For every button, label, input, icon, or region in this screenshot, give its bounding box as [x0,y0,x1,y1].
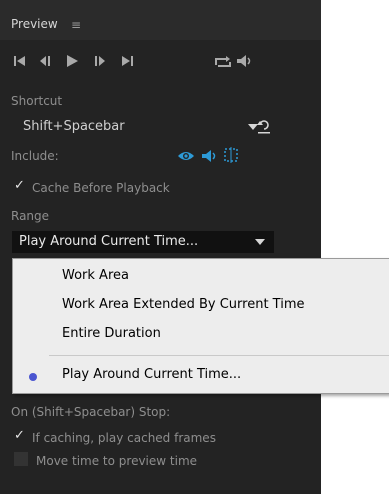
play-cached-frames-checkbox[interactable]: ✓ [14,428,25,443]
range-option-entire-duration[interactable]: Entire Duration [62,326,161,341]
shortcut-label: Shortcut [11,94,63,108]
panel-header: Preview ≡ [0,0,321,40]
include-video-toggle[interactable] [177,148,195,167]
loop-button[interactable] [214,53,232,69]
stop-label: On (Shift+Spacebar) Stop: [11,405,171,419]
play-button[interactable] [65,53,79,69]
selected-radio-icon [29,373,37,381]
range-select[interactable]: Play Around Current Time... [12,231,274,253]
cache-checkbox[interactable]: ✓ [14,178,25,193]
hamburger-menu-icon[interactable]: ≡ [71,18,81,32]
shortcut-value: Shift+Spacebar [23,119,125,134]
previous-frame-icon [40,56,50,66]
play-cached-frames-label: If caching, play cached frames [32,431,216,445]
range-label: Range [11,209,50,223]
audio-icon [202,150,216,162]
last-frame-icon [122,56,133,66]
preview-panel: Preview ≡ Shortcut Shift+Spacebar Includ… [0,0,321,494]
range-option-work-area[interactable]: Work Area [62,268,129,283]
last-frame-button[interactable] [120,53,134,69]
next-frame-button[interactable] [92,53,108,69]
previous-frame-button[interactable] [38,53,54,69]
play-icon [67,55,78,67]
reset-shortcut-button[interactable] [257,118,271,138]
shortcut-select[interactable]: Shift+Spacebar [12,116,280,138]
mute-audio-icon [237,55,251,67]
range-option-play-around-current-time[interactable]: Play Around Current Time... [62,367,241,382]
eye-icon [178,152,194,160]
reset-icon [257,120,270,134]
chevron-down-icon [255,239,265,245]
range-value: Play Around Current Time... [19,234,199,249]
move-time-label: Move time to preview time [36,454,198,468]
move-time-checkbox[interactable] [14,452,28,466]
range-option-work-area-extended[interactable]: Work Area Extended By Current Time [62,297,305,312]
range-dropdown-list: Work Area Work Area Extended By Current … [12,258,389,394]
cache-label: Cache Before Playback [32,181,170,195]
panel-title: Preview [11,17,58,31]
include-label: Include: [11,149,59,163]
include-overlays-toggle[interactable] [223,147,239,167]
mute-audio-button[interactable] [236,53,254,69]
first-frame-button[interactable] [13,53,27,69]
include-audio-toggle[interactable] [201,148,219,167]
overlays-icon [224,147,238,163]
first-frame-icon [14,56,25,66]
loop-icon [215,56,231,67]
next-frame-icon [95,56,105,66]
divider [49,355,389,356]
